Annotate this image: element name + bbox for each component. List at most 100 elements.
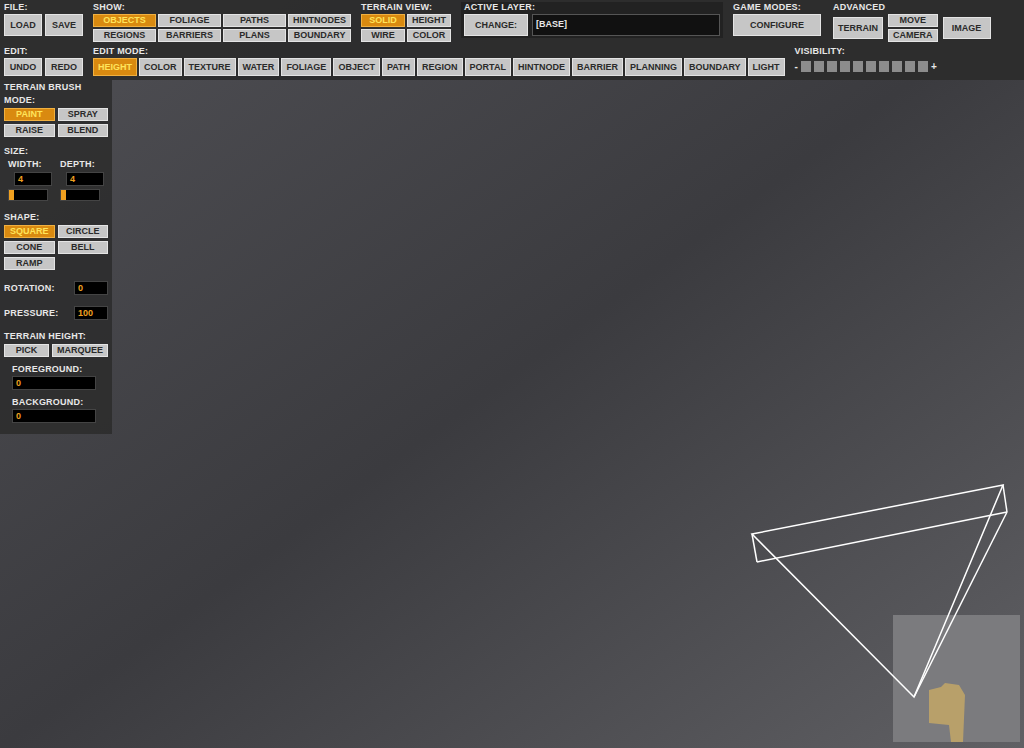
viewport-scene[interactable] (0, 0, 1024, 748)
advanced-group: ADVANCEDTERRAINMOVECAMERAIMAGE (833, 2, 991, 42)
param-input[interactable]: 100 (74, 306, 108, 320)
section-label: TERRAIN VIEW: (361, 2, 451, 12)
show-toggle[interactable]: PATHS (223, 14, 286, 27)
height-field: FOREGROUND:0 (4, 364, 108, 390)
panel-title: TERRAIN BRUSH (4, 82, 108, 92)
section-label: ACTIVE LAYER: (464, 2, 720, 12)
visibility-plus[interactable]: + (931, 59, 937, 74)
visibility-segment[interactable] (879, 61, 889, 72)
visibility-segment[interactable] (866, 61, 876, 72)
terrain-view-toggle[interactable]: COLOR (407, 29, 451, 42)
edit-mode-tab[interactable]: FOLIAGE (281, 58, 331, 76)
brush-shape-button[interactable]: CIRCLE (58, 225, 109, 238)
file-group: FILE: LOADSAVE (4, 2, 83, 36)
advanced-button[interactable]: IMAGE (943, 17, 991, 39)
active-layer-row: CHANGE:[BASE] (464, 14, 720, 36)
brush-param: ROTATION:0 (4, 281, 108, 295)
height-input[interactable]: 0 (12, 376, 96, 390)
file-button[interactable]: LOAD (4, 14, 42, 36)
visibility-segment[interactable] (853, 61, 863, 72)
section-label: VISIBILITY: (795, 46, 937, 56)
active-layer-group: ACTIVE LAYER: CHANGE:[BASE] (461, 2, 723, 38)
show-toggle[interactable]: PLANS (223, 29, 286, 42)
brush-mode-button[interactable]: BLEND (58, 124, 109, 137)
edit-mode-tab[interactable]: BARRIER (572, 58, 623, 76)
edit-button[interactable]: REDO (45, 58, 83, 76)
height-field: BACKGROUND:0 (4, 397, 108, 423)
brush-param: PRESSURE:100 (4, 306, 108, 320)
brush-mode-button[interactable]: SPRAY (58, 108, 109, 121)
size-input[interactable]: 4 (66, 172, 104, 186)
terrain-view-toggle[interactable]: HEIGHT (407, 14, 451, 27)
minimap[interactable] (893, 615, 1020, 742)
game-mode-button[interactable]: CONFIGURE (733, 14, 821, 36)
show-toggle[interactable]: BARRIERS (158, 29, 221, 42)
edit-mode-tab[interactable]: LIGHT (748, 58, 785, 76)
edit-mode-tab[interactable]: PLANNING (625, 58, 682, 76)
edit-mode-tab[interactable]: PATH (382, 58, 415, 76)
file-buttons: LOADSAVE (4, 14, 83, 36)
edit-mode-tab[interactable]: REGION (417, 58, 463, 76)
size-field: WIDTH:4 (8, 159, 52, 201)
advanced-buttons: TERRAIN MOVE CAMERA IMAGE (833, 14, 991, 42)
section-label: TERRAIN HEIGHT: (4, 331, 108, 341)
terrain-view-toggle[interactable]: WIRE (361, 29, 405, 42)
height-buttons: PICKMARQUEE (4, 344, 108, 357)
brush-mode-button[interactable]: RAISE (4, 124, 55, 137)
toolbar-row-2: EDIT:UNDOREDOEDIT MODE:HEIGHTCOLORTEXTUR… (4, 46, 1020, 76)
show-group: SHOW: OBJECTSFOLIAGEPATHSHINTNODES REGIONS… (93, 2, 351, 42)
edit-mode-tab[interactable]: WATER (238, 58, 280, 76)
param-input[interactable]: 0 (74, 281, 108, 295)
show-toggle[interactable]: FOLIAGE (158, 14, 221, 27)
section-label: SIZE: (4, 146, 108, 156)
visibility-segment[interactable] (801, 61, 811, 72)
game-modes-group: GAME MODES:CONFIGURE (733, 2, 821, 36)
active-layer-field[interactable]: [BASE] (532, 14, 720, 36)
slider-knob[interactable] (9, 190, 14, 200)
visibility-segment[interactable] (918, 61, 928, 72)
terrain-view-group: TERRAIN VIEW: SOLIDHEIGHTWIRECOLOR (361, 2, 451, 42)
advanced-button[interactable]: MOVE (888, 14, 938, 27)
edit-mode-tab[interactable]: TEXTURE (184, 58, 236, 76)
change-layer-button[interactable]: CHANGE: (464, 14, 528, 36)
edit-mode-tab[interactable]: HINTNODE (513, 58, 570, 76)
terrain-outline-icon (893, 615, 1020, 742)
edit-mode-tab[interactable]: OBJECT (333, 58, 380, 76)
brush-shape-button[interactable]: CONE (4, 241, 55, 254)
visibility-segment[interactable] (905, 61, 915, 72)
terrain-view-toggle[interactable]: SOLID (361, 14, 405, 27)
size-input[interactable]: 4 (14, 172, 52, 186)
section-label: EDIT: (4, 46, 83, 56)
file-button[interactable]: SAVE (45, 14, 83, 36)
edit-mode-tab[interactable]: BOUNDARY (684, 58, 746, 76)
top-toolbar: FILE:LOADSAVESHOW:OBJECTSFOLIAGEPATHSHIN… (0, 0, 1024, 80)
advanced-button[interactable]: CAMERA (888, 29, 938, 42)
size-slider[interactable] (60, 189, 100, 201)
show-toggle[interactable]: HINTNODES (288, 14, 351, 27)
slider-knob[interactable] (61, 190, 66, 200)
edit-mode-tab[interactable]: PORTAL (465, 58, 511, 76)
visibility-segment[interactable] (840, 61, 850, 72)
height-button[interactable]: MARQUEE (52, 344, 108, 357)
visibility-segment[interactable] (892, 61, 902, 72)
height-input[interactable]: 0 (12, 409, 96, 423)
edit-button[interactable]: UNDO (4, 58, 42, 76)
visibility-segment[interactable] (827, 61, 837, 72)
visibility-segment[interactable] (814, 61, 824, 72)
show-toggle[interactable]: BOUNDARY (288, 29, 351, 42)
size-slider[interactable] (8, 189, 48, 201)
visibility-slider[interactable]: -+ (795, 59, 937, 74)
show-toggle[interactable]: REGIONS (93, 29, 156, 42)
section-label: SHOW: (93, 2, 351, 12)
brush-shape-button[interactable]: BELL (58, 241, 109, 254)
section-label: FILE: (4, 2, 83, 12)
height-button[interactable]: PICK (4, 344, 49, 357)
brush-shape-button[interactable]: SQUARE (4, 225, 55, 238)
brush-shape-button[interactable]: RAMP (4, 257, 55, 270)
advanced-button[interactable]: TERRAIN (833, 17, 883, 39)
edit-mode-tab[interactable]: HEIGHT (93, 58, 137, 76)
visibility-minus[interactable]: - (795, 59, 798, 74)
edit-mode-tab[interactable]: COLOR (139, 58, 182, 76)
show-toggle[interactable]: OBJECTS (93, 14, 156, 27)
brush-mode-button[interactable]: PAINT (4, 108, 55, 121)
